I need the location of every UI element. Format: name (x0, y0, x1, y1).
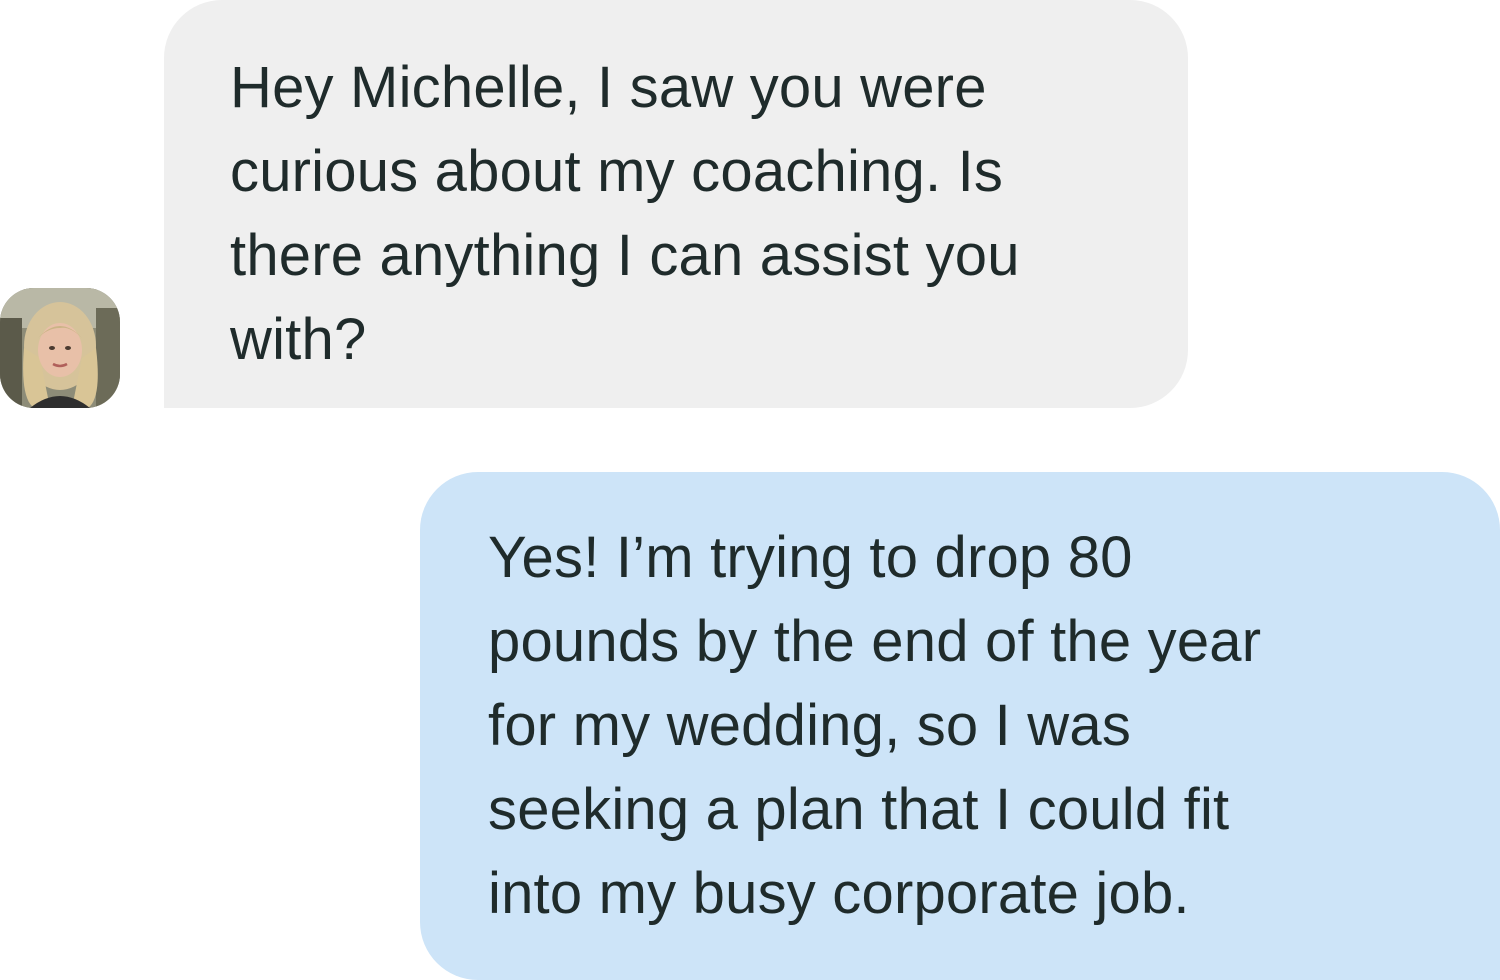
message-line: seeking a plan that I could fit (488, 777, 1230, 842)
message-line: pounds by the end of the year (488, 609, 1262, 674)
chat-thread: Hey Michelle, I saw you were curious abo… (0, 0, 1500, 980)
message-line: for my wedding, so I was (488, 693, 1132, 758)
message-line: there anything I can assist you (230, 223, 1020, 288)
message-line: Hey Michelle, I saw you were (230, 55, 987, 120)
message-line: Yes! I’m trying to drop 80 (488, 525, 1133, 590)
outgoing-message-bubble: Yes! I’m trying to drop 80 pounds by the… (420, 472, 1500, 980)
avatar-photo-icon (0, 288, 120, 408)
message-line: into my busy corporate job. (488, 861, 1190, 926)
message-line: curious about my coaching. Is (230, 139, 1004, 204)
incoming-message-bubble: Hey Michelle, I saw you were curious abo… (164, 0, 1188, 408)
message-line: with? (230, 307, 367, 372)
sender-avatar[interactable] (0, 288, 120, 408)
